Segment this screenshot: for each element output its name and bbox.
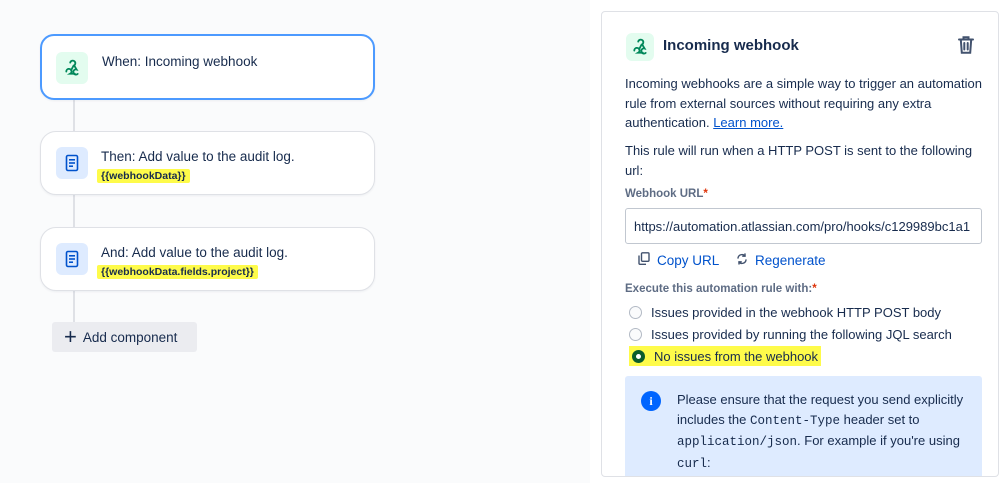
radio-option-post-body[interactable]: Issues provided in the webhook HTTP POST…	[629, 302, 941, 322]
document-icon	[56, 147, 88, 179]
copy-url-button[interactable]: Copy URL	[638, 249, 719, 271]
execute-rule-label: Execute this automation rule with:*	[625, 283, 817, 295]
panel-title: Incoming webhook	[663, 37, 799, 54]
document-icon	[56, 243, 88, 275]
code-application-json: application/json	[677, 435, 798, 449]
learn-more-link[interactable]: Learn more.	[713, 115, 783, 130]
radio-option-jql-search[interactable]: Issues provided by running the following…	[629, 324, 952, 344]
code-curl: curl	[677, 456, 708, 471]
webhook-url-field[interactable]	[625, 208, 982, 244]
action-card-audit-log-1[interactable]: Then: Add value to the audit log. {{webh…	[40, 131, 375, 195]
radio-button[interactable]	[629, 327, 642, 341]
action-card-audit-log-2[interactable]: And: Add value to the audit log. {{webho…	[40, 227, 375, 291]
copy-icon	[638, 252, 650, 268]
add-component-label: Add component	[82, 329, 178, 345]
required-mark: *	[703, 188, 708, 200]
radio-option-no-issues[interactable]: No issues from the webhook	[629, 346, 822, 366]
radio-button-selected[interactable]	[632, 349, 645, 363]
rule-url-text: This rule will run when a HTTP POST is s…	[625, 143, 973, 178]
action-title: Then: Add value to the audit log.	[101, 149, 295, 164]
plus-icon: +	[64, 324, 77, 349]
connector-line	[73, 195, 75, 227]
execute-rule-label-text: Execute this automation rule with:	[625, 283, 813, 295]
webhook-icon	[56, 52, 88, 84]
refresh-icon	[736, 252, 748, 268]
info-message: i Please ensure that the request you sen…	[625, 376, 982, 476]
connector-line	[73, 291, 75, 322]
regenerate-label: Regenerate	[755, 252, 826, 268]
code-content-type: Content-Type	[750, 413, 841, 428]
smart-value-code: {{webhookData}}	[97, 169, 190, 183]
add-component-button[interactable]: + Add component	[52, 322, 197, 352]
connector-line	[73, 100, 75, 131]
info-text-part: :	[707, 454, 711, 470]
info-text: Please ensure that the request you send …	[677, 390, 969, 474]
trigger-title: When: Incoming webhook	[102, 54, 258, 69]
radio-button[interactable]	[629, 305, 642, 319]
radio-label: Issues provided in the webhook HTTP POST…	[651, 304, 942, 320]
copy-url-label: Copy URL	[657, 252, 720, 268]
trash-icon[interactable]	[954, 33, 978, 57]
info-text-part: . For example if you're using	[797, 433, 960, 448]
regenerate-button[interactable]: Regenerate	[736, 249, 826, 271]
webhook-config-panel: Incoming webhook Incoming webhooks are a…	[601, 11, 999, 477]
required-mark: *	[812, 283, 817, 295]
action-title: And: Add value to the audit log.	[101, 245, 288, 260]
smart-value-code: {{webhookData.fields.project}}	[97, 265, 258, 279]
description-text: Incoming webhooks are a simple way to tr…	[625, 76, 982, 130]
webhook-url-label: Webhook URL*	[625, 188, 708, 200]
radio-label: Issues provided by running the following…	[651, 326, 952, 342]
panel-description: Incoming webhooks are a simple way to tr…	[625, 74, 985, 133]
webhook-icon	[626, 33, 654, 61]
radio-label: No issues from the webhook	[654, 348, 819, 364]
rule-canvas: When: Incoming webhook Then: Add value t…	[0, 0, 590, 483]
info-icon: i	[641, 391, 661, 411]
info-text-part: header set to	[840, 411, 920, 427]
trigger-card-incoming-webhook[interactable]: When: Incoming webhook	[40, 34, 375, 100]
webhook-url-label-text: Webhook URL	[625, 188, 704, 200]
